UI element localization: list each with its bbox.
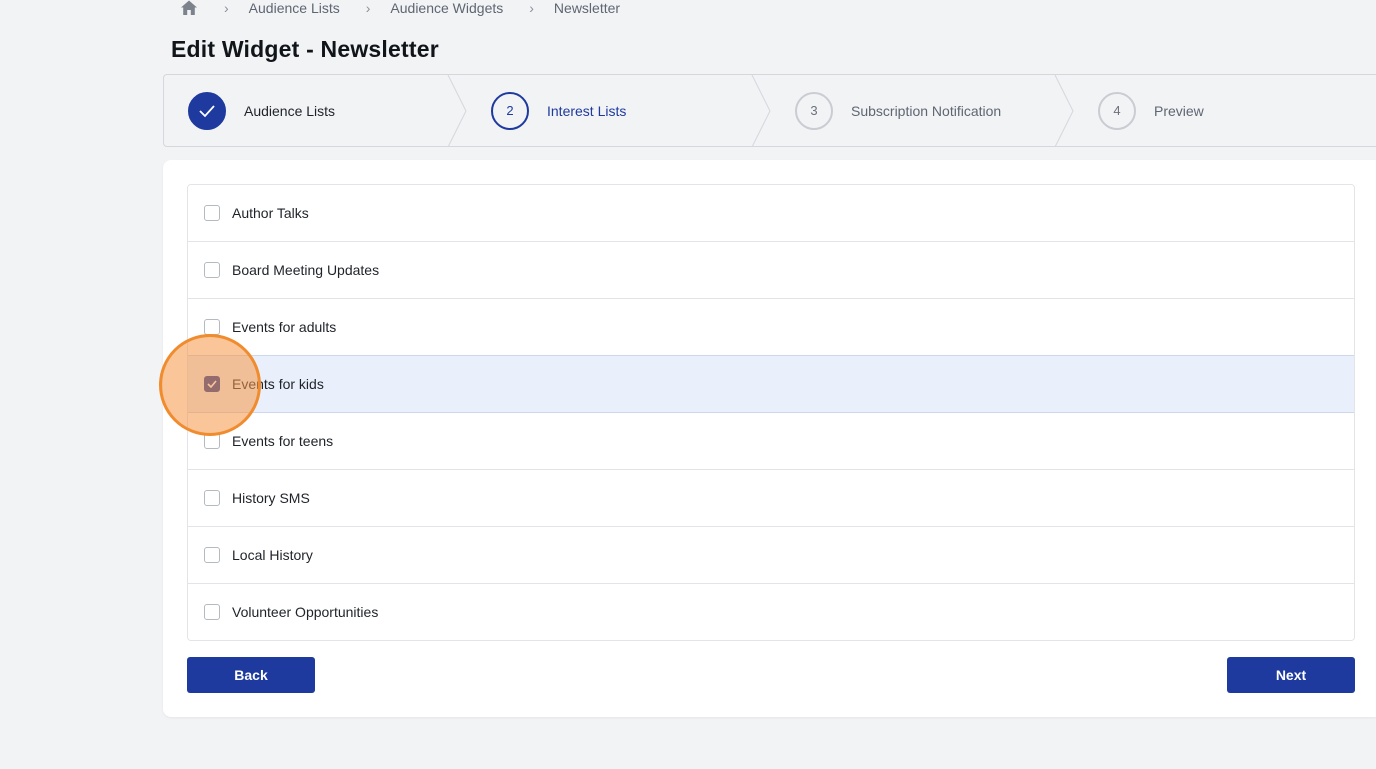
step-audience-lists[interactable]: Audience Lists bbox=[188, 75, 335, 146]
list-item-label: Board Meeting Updates bbox=[232, 262, 380, 278]
page-title: Edit Widget - Newsletter bbox=[171, 36, 439, 62]
back-button[interactable]: Back bbox=[187, 657, 315, 693]
next-button[interactable]: Next bbox=[1227, 657, 1355, 693]
interest-lists-card: Author Talks Board Meeting Updates Event… bbox=[163, 160, 1376, 717]
checkbox[interactable] bbox=[204, 547, 220, 563]
home-icon[interactable] bbox=[180, 0, 198, 17]
step-label: Audience Lists bbox=[244, 102, 336, 119]
check-icon bbox=[199, 104, 215, 117]
list-item-volunteer-opportunities[interactable]: Volunteer Opportunities bbox=[188, 584, 1354, 640]
check-icon bbox=[207, 380, 217, 388]
list-item-board-meeting-updates[interactable]: Board Meeting Updates bbox=[188, 242, 1354, 299]
list-item-label: Events for adults bbox=[232, 319, 337, 335]
list-item-local-history[interactable]: Local History bbox=[188, 527, 1354, 584]
list-item-label: History SMS bbox=[232, 490, 310, 506]
chevron-right-icon: › bbox=[529, 0, 534, 16]
step-number: 3 bbox=[795, 91, 833, 130]
breadcrumb-item-audience-lists[interactable]: Audience Lists bbox=[249, 0, 340, 16]
step-label: Interest Lists bbox=[547, 102, 627, 119]
chevron-right-icon: › bbox=[365, 0, 371, 16]
chevron-right-icon: › bbox=[224, 0, 229, 16]
checkbox[interactable] bbox=[204, 433, 220, 449]
checkbox[interactable] bbox=[204, 490, 220, 506]
list-item-label: Events for teens bbox=[232, 433, 334, 449]
list-item-label: Volunteer Opportunities bbox=[232, 604, 379, 620]
step-interest-lists[interactable]: 2 Interest Lists bbox=[491, 75, 626, 146]
wizard-stepper: Audience Lists 2 Interest Lists 3 Subscr… bbox=[163, 74, 1376, 148]
checkbox[interactable] bbox=[204, 319, 220, 335]
list-item-events-for-teens[interactable]: Events for teens bbox=[188, 413, 1354, 470]
step-label: Preview bbox=[1154, 102, 1204, 119]
list-item-label: Author Talks bbox=[232, 205, 309, 221]
breadcrumb-item-newsletter: Newsletter bbox=[553, 0, 621, 16]
list-item-label: Events for kids bbox=[232, 376, 324, 392]
checkbox-checked[interactable] bbox=[204, 376, 220, 392]
checkbox[interactable] bbox=[204, 262, 220, 278]
step-number: 2 bbox=[491, 91, 529, 130]
step-number: 4 bbox=[1098, 91, 1136, 130]
step-label: Subscription Notification bbox=[851, 102, 1002, 119]
interest-list: Author Talks Board Meeting Updates Event… bbox=[187, 184, 1355, 641]
step-circle-done bbox=[188, 91, 226, 130]
list-item-author-talks[interactable]: Author Talks bbox=[188, 185, 1354, 242]
checkbox[interactable] bbox=[204, 604, 220, 620]
list-item-events-for-kids[interactable]: Events for kids bbox=[188, 355, 1354, 413]
list-item-label: Local History bbox=[232, 547, 313, 563]
list-item-history-sms[interactable]: History SMS bbox=[188, 470, 1354, 527]
breadcrumb: › Audience Lists › Audience Widgets › Ne… bbox=[180, 0, 620, 19]
step-subscription-notification[interactable]: 3 Subscription Notification bbox=[795, 75, 1001, 146]
step-preview[interactable]: 4 Preview bbox=[1098, 75, 1204, 146]
checkbox[interactable] bbox=[204, 205, 220, 221]
list-item-events-for-adults[interactable]: Events for adults bbox=[188, 299, 1354, 356]
breadcrumb-item-audience-widgets[interactable]: Audience Widgets bbox=[390, 0, 503, 16]
